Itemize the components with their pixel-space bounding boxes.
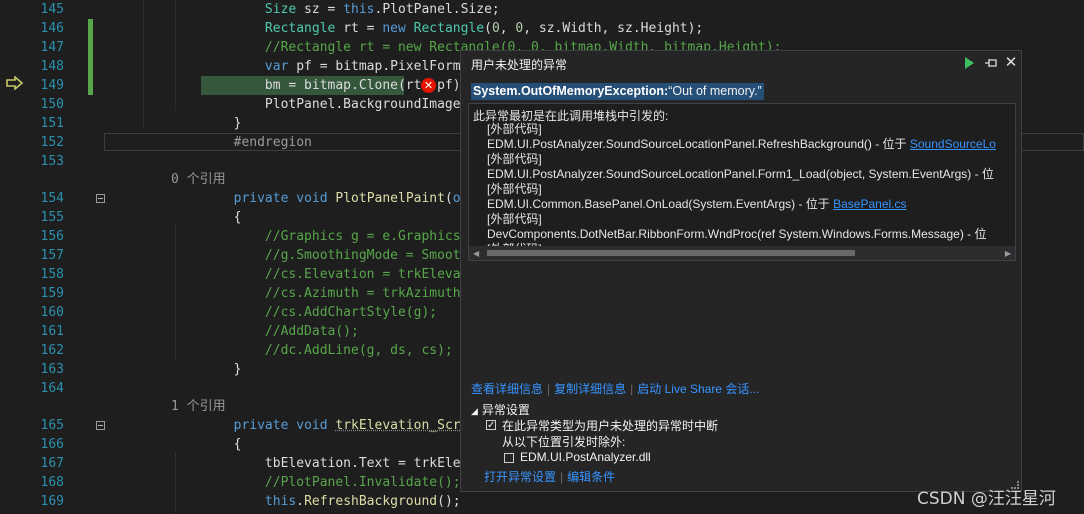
copy-details-link[interactable]: 复制详细信息 xyxy=(554,382,626,396)
popup-title: 用户未处理的异常 xyxy=(471,58,568,72)
line-number: 158 xyxy=(40,267,64,282)
line-number: 160 xyxy=(40,305,64,320)
line-number: 166 xyxy=(40,437,64,452)
code-line[interactable]: 146 Rectangle rt = new Rectangle(0, 0, s… xyxy=(0,19,1084,38)
stack-frame: EDM.UI.Common.BasePanel.OnLoad(System.Ev… xyxy=(487,197,907,211)
pin-icon[interactable] xyxy=(984,56,998,70)
line-number: 147 xyxy=(40,40,64,55)
code-text: PlotPanel.BackgroundImage = bm; xyxy=(171,97,508,112)
reference-count[interactable]: 0 个引用 xyxy=(171,170,226,189)
line-number: 164 xyxy=(40,381,64,396)
module-label[interactable]: EDM.UI.PostAnalyzer.dll xyxy=(520,450,651,464)
close-icon[interactable]: ✕ xyxy=(1004,55,1018,70)
change-indicator xyxy=(88,19,93,38)
code-text: Size sz = this.PlotPanel.Size; xyxy=(264,2,500,17)
stack-frame: EDM.UI.PostAnalyzer.SoundSourceLocationP… xyxy=(487,137,996,151)
stack-frame: [外部代码] xyxy=(487,182,542,196)
line-number: 145 xyxy=(40,2,64,17)
exception-settings-header[interactable]: ◢ 异常设置 xyxy=(471,401,530,418)
line-number: 159 xyxy=(40,286,64,301)
code-text: } xyxy=(171,362,242,377)
code-text: //Graphics g = e.Graphics; xyxy=(171,229,469,244)
change-indicator xyxy=(88,38,93,57)
open-exception-settings-link[interactable]: 打开异常设置 xyxy=(484,470,556,484)
line-number: 162 xyxy=(40,343,64,358)
line-number: 156 xyxy=(40,229,64,244)
line-number: 161 xyxy=(40,324,64,339)
code-line[interactable]: 145 Size sz = this.PlotPanel.Size; xyxy=(0,0,1084,19)
line-number: 163 xyxy=(40,362,64,377)
exception-type: System.OutOfMemoryException: xyxy=(473,84,669,98)
code-text: } xyxy=(171,116,242,131)
code-text: //cs.AddChartStyle(g); xyxy=(171,305,438,320)
line-number: 152 xyxy=(40,135,64,150)
live-share-link[interactable]: 启动 Live Share 会话... xyxy=(637,382,759,396)
checkbox-empty-icon[interactable] xyxy=(504,453,514,463)
change-indicator xyxy=(88,76,93,95)
line-number: 153 xyxy=(40,154,64,169)
detail-links: 查看详细信息 | 复制详细信息 | 启动 Live Share 会话... xyxy=(471,382,760,396)
line-number: 167 xyxy=(40,456,64,471)
code-text: #endregion xyxy=(171,135,312,150)
break-when-unhandled-label[interactable]: 在此异常类型为用户未处理的异常时中断 xyxy=(502,417,718,434)
stack-frame: [外部代码] xyxy=(487,122,542,136)
line-number: 169 xyxy=(40,494,64,509)
line-number: 157 xyxy=(40,248,64,263)
checkbox-checked-icon[interactable]: ✓ xyxy=(486,420,496,431)
line-number: 150 xyxy=(40,97,64,112)
line-number: 149 xyxy=(40,78,64,93)
horizontal-scrollbar[interactable]: ◀ ▶ xyxy=(469,246,1015,260)
line-number: 151 xyxy=(40,116,64,131)
code-text: //PlotPanel.Invalidate(); xyxy=(171,475,461,490)
scrollbar-thumb[interactable] xyxy=(487,250,855,256)
stack-frame: DevComponents.DotNetBar.RibbonForm.WndPr… xyxy=(487,227,987,241)
collapse-arrow-icon: ◢ xyxy=(471,406,478,416)
settings-links: 打开异常设置 | 编辑条件 xyxy=(484,470,616,484)
line-number: 155 xyxy=(40,210,64,225)
code-text: Rectangle rt = new Rectangle(0, 0, sz.Wi… xyxy=(264,21,704,36)
line-number: 146 xyxy=(40,21,64,36)
line-number: 165 xyxy=(40,418,64,433)
scroll-right-icon[interactable]: ▶ xyxy=(1005,249,1011,258)
change-indicator xyxy=(88,57,93,76)
code-text: var pf = bitmap.PixelFormat; xyxy=(264,59,485,74)
stack-frame: [外部代码] xyxy=(487,152,542,166)
view-details-link[interactable]: 查看详细信息 xyxy=(471,382,543,396)
scroll-left-icon[interactable]: ◀ xyxy=(473,249,479,258)
edit-conditions-link[interactable]: 编辑条件 xyxy=(567,470,615,484)
exception-type-line[interactable]: System.OutOfMemoryException:“Out of memo… xyxy=(471,83,764,100)
code-text: { xyxy=(171,210,242,225)
collapse-icon[interactable] xyxy=(96,421,105,430)
source-file-link[interactable]: SoundSourceLo xyxy=(910,137,996,151)
line-number: 154 xyxy=(40,191,64,206)
exception-message: “Out of memory.” xyxy=(668,84,762,98)
stack-frame: [外部代码] xyxy=(487,212,542,226)
reference-count[interactable]: 1 个引用 xyxy=(171,397,226,416)
watermark: CSDN @汪汪星河 xyxy=(917,489,1056,509)
stack-frame: EDM.UI.PostAnalyzer.SoundSourceLocationP… xyxy=(487,167,994,181)
code-text: { xyxy=(171,437,242,452)
except-from-label: 从以下位置引发时除外: xyxy=(502,435,626,449)
line-number: 148 xyxy=(40,59,64,74)
exception-settings-label: 异常设置 xyxy=(481,403,530,417)
code-text: //dc.AddLine(g, ds, cs); xyxy=(171,343,453,358)
error-icon[interactable]: ✕ xyxy=(421,78,436,93)
line-number: 168 xyxy=(40,475,64,490)
call-stack-box[interactable]: 此异常最初是在此调用堆栈中引发的: [外部代码] EDM.UI.PostAnal… xyxy=(468,103,1016,261)
collapse-icon[interactable] xyxy=(96,194,105,203)
exception-helper-popup[interactable]: 用户未处理的异常 ✕ System.OutOfMemoryException:“… xyxy=(460,50,1022,492)
code-text: //AddData(); xyxy=(171,324,359,339)
source-file-link[interactable]: BasePanel.cs xyxy=(833,197,906,211)
code-text: this.RefreshBackground(); xyxy=(264,494,461,509)
continue-icon[interactable] xyxy=(962,56,976,70)
